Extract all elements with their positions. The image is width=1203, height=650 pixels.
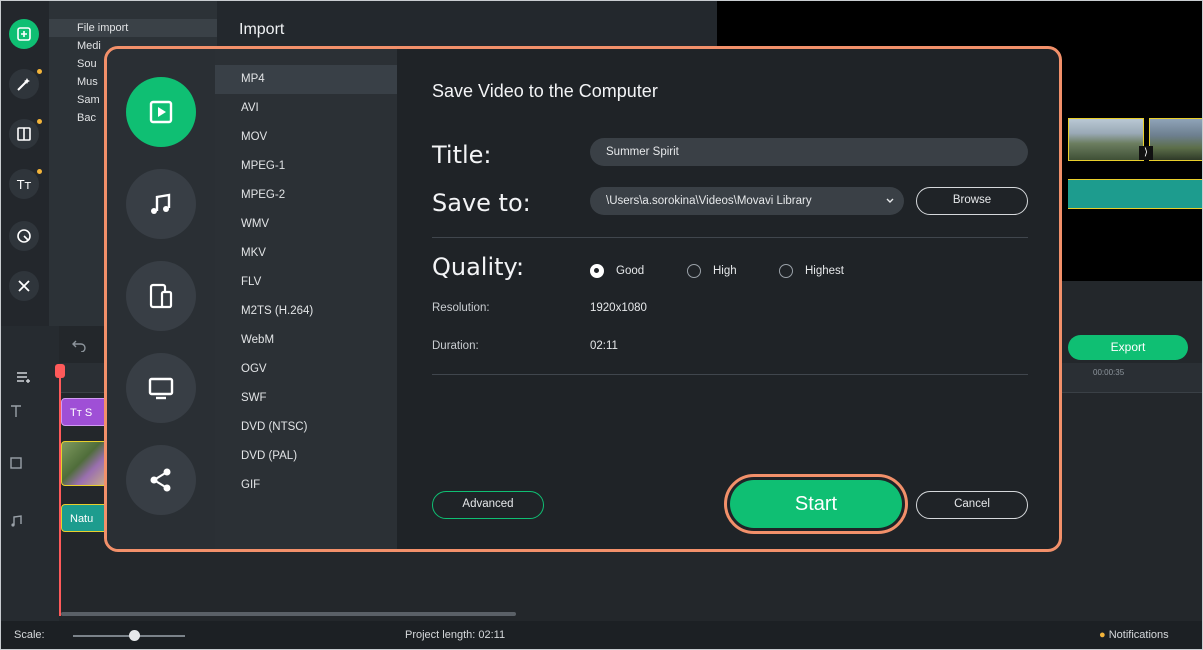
more-tools-tab-button[interactable] [9, 271, 39, 301]
titles-icon: Tт [16, 178, 31, 192]
share-icon [150, 468, 171, 492]
quality-highest-radio[interactable]: Highest [779, 264, 844, 278]
monitor-icon [148, 377, 174, 400]
notifications-button[interactable]: ● Notifications [1099, 629, 1169, 641]
add-track-icon[interactable] [16, 371, 32, 383]
video-icon [149, 100, 173, 124]
resolution-value: 1920x1080 [590, 302, 647, 314]
magic-wand-icon [17, 78, 30, 91]
duration-value: 02:11 [590, 340, 618, 352]
project-length: Project length: 02:11 [405, 629, 506, 641]
audio-track-icon [11, 515, 22, 527]
format-item-mpeg2[interactable]: MPEG-2 [215, 181, 397, 210]
start-button[interactable]: Start [730, 480, 902, 528]
scale-label: Scale: [14, 629, 45, 641]
format-item-mp4[interactable]: MP4 [215, 65, 397, 94]
svg-text:Tт: Tт [16, 178, 31, 192]
bell-icon: ● [1099, 629, 1106, 641]
export-button[interactable]: Export [1068, 335, 1188, 360]
format-item-mpeg1[interactable]: MPEG-1 [215, 152, 397, 181]
format-item-mov[interactable]: MOV [215, 123, 397, 152]
save-to-field[interactable]: \Users\a.sorokina\Videos\Movavi Library [590, 187, 904, 215]
title-track-icon [11, 405, 21, 417]
quality-high-radio[interactable]: High [687, 264, 737, 278]
divider [432, 374, 1028, 375]
undo-icon[interactable] [71, 338, 87, 352]
save-for-tv-tab[interactable] [126, 353, 196, 423]
video-clip[interactable] [1149, 118, 1202, 161]
notifications-label: Notifications [1108, 629, 1169, 641]
advanced-button[interactable]: Advanced [432, 491, 544, 519]
track-controls [1, 326, 86, 621]
music-note-icon [151, 193, 171, 214]
movavi-editor-window: Tт File import Medi Sou Mus Sam Bac Impo… [0, 0, 1203, 650]
save-video-tab[interactable] [126, 77, 196, 147]
format-item-gif[interactable]: GIF [215, 471, 397, 500]
ruler-time-label: 00:00:35 [1093, 368, 1125, 377]
new-badge-dot [37, 169, 42, 174]
save-for-devices-tab[interactable] [126, 261, 196, 331]
transitions-icon [17, 127, 31, 141]
import-category-item[interactable]: File import [49, 19, 217, 37]
transitions-tab-button[interactable] [9, 119, 42, 149]
format-item-flv[interactable]: FLV [215, 268, 397, 297]
export-settings: Save Video to the Computer Title: Summer… [397, 49, 1059, 549]
quality-option-label: High [713, 265, 737, 277]
quality-good-radio[interactable]: Good [590, 264, 644, 278]
export-dialog: MP4 AVI MOV MPEG-1 MPEG-2 WMV MKV FLV M2… [104, 46, 1062, 552]
scale-slider-handle[interactable] [129, 630, 140, 641]
left-tool-rail: Tт [1, 1, 49, 326]
radio-icon [687, 264, 701, 278]
quality-option-label: Good [616, 265, 645, 277]
format-item-avi[interactable]: AVI [215, 94, 397, 123]
status-bar: Scale: Project length: 02:11 ● Notificat… [1, 621, 1202, 649]
format-list: MP4 AVI MOV MPEG-1 MPEG-2 WMV MKV FLV M2… [215, 49, 397, 549]
save-to-label: Save to: [432, 189, 531, 217]
timeline-scrollbar[interactable] [61, 612, 516, 616]
import-tab-button[interactable] [9, 19, 39, 49]
format-item-swf[interactable]: SWF [215, 384, 397, 413]
playhead-handle[interactable] [55, 364, 65, 378]
export-destination-sidebar [107, 49, 215, 549]
resolution-label: Resolution: [432, 302, 490, 314]
import-icon [17, 27, 31, 41]
radio-icon [779, 264, 793, 278]
stickers-icon [17, 229, 31, 243]
format-item-dvd-pal[interactable]: DVD (PAL) [215, 442, 397, 471]
save-to-path: \Users\a.sorokina\Videos\Movavi Library [606, 195, 812, 207]
format-item-ogv[interactable]: OGV [215, 355, 397, 384]
import-panel-title: Import [239, 21, 285, 38]
playhead-line [59, 366, 61, 616]
cancel-button[interactable]: Cancel [916, 491, 1028, 519]
start-button-highlight: Start [724, 474, 908, 534]
tools-icon [18, 280, 30, 292]
stickers-tab-button[interactable] [9, 221, 39, 251]
audio-clip[interactable] [1068, 179, 1202, 209]
filters-tab-button[interactable] [9, 69, 42, 99]
format-item-dvd-ntsc[interactable]: DVD (NTSC) [215, 413, 397, 442]
video-clip[interactable] [1068, 118, 1144, 161]
duration-label: Duration: [432, 340, 479, 352]
divider [432, 237, 1028, 238]
share-online-tab[interactable] [126, 445, 196, 515]
transition-marker[interactable]: ⟩ [1139, 146, 1153, 160]
quality-label: Quality: [432, 253, 525, 281]
quality-option-label: Highest [805, 265, 844, 277]
title-label: Title: [432, 141, 492, 169]
chevron-down-icon [886, 198, 894, 203]
save-audio-tab[interactable] [126, 169, 196, 239]
format-item-mkv[interactable]: MKV [215, 239, 397, 268]
title-input[interactable]: Summer Spirit [590, 138, 1028, 166]
format-item-wmv[interactable]: WMV [215, 210, 397, 239]
video-track-icon [10, 457, 22, 469]
new-badge-dot [37, 119, 42, 124]
format-item-m2ts[interactable]: M2TS (H.264) [215, 297, 397, 326]
browse-button[interactable]: Browse [916, 187, 1028, 215]
devices-icon [149, 283, 173, 309]
titles-tab-button[interactable]: Tт [9, 169, 42, 199]
format-item-webm[interactable]: WebM [215, 326, 397, 355]
radio-selected-icon [590, 264, 604, 278]
dialog-title: Save Video to the Computer [432, 81, 658, 101]
new-badge-dot [37, 69, 42, 74]
